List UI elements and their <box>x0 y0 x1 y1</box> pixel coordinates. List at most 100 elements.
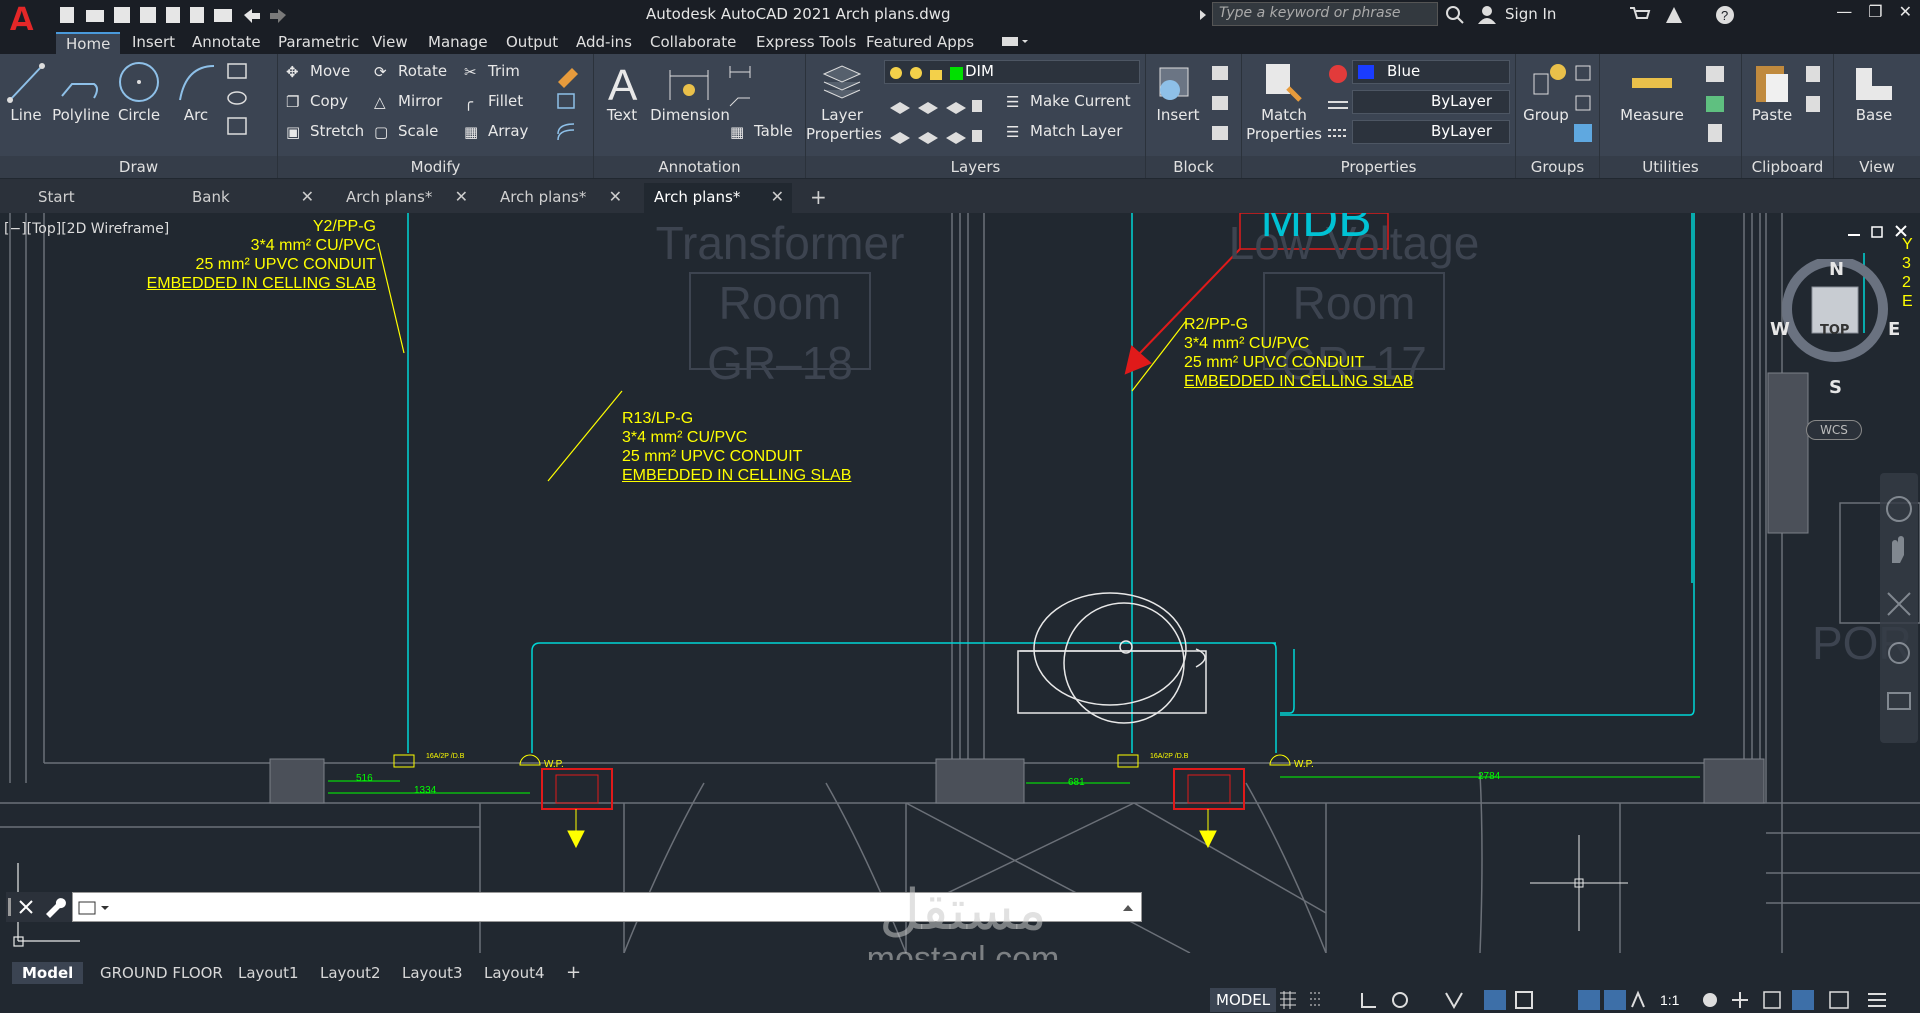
circle-icon[interactable] <box>116 60 162 106</box>
compass-south[interactable]: S <box>1829 377 1842 398</box>
match-properties-button[interactable]: Match Properties <box>1242 106 1326 144</box>
linetype-dropdown[interactable]: ByLayer <box>1352 90 1510 114</box>
tab-bank[interactable]: Bank ✕ <box>182 183 322 213</box>
stretch-button[interactable]: ▣ Stretch <box>286 122 364 141</box>
close-tab-icon[interactable]: ✕ <box>609 183 622 211</box>
utilities-panel-title[interactable]: Utilities <box>1600 156 1741 178</box>
layer-properties-button[interactable]: Layer Properties <box>806 106 882 144</box>
utilities-small-tools[interactable] <box>1700 62 1734 146</box>
group-icon[interactable] <box>1528 60 1572 106</box>
tab-start[interactable]: Start <box>28 183 178 213</box>
insert-block-icon[interactable] <box>1156 60 1200 106</box>
add-layout-icon[interactable]: + <box>556 962 591 984</box>
close-tab-icon[interactable]: ✕ <box>455 183 468 211</box>
tab-layout2[interactable]: Layout2 <box>310 962 391 984</box>
match-layer-button[interactable]: ☰ Match Layer <box>1006 122 1122 141</box>
measure-button[interactable]: Measure <box>1610 106 1694 124</box>
group-button[interactable]: Group <box>1520 106 1572 124</box>
viewcube-top-face[interactable]: TOP <box>1820 323 1849 338</box>
arc-button[interactable]: Arc <box>176 106 216 124</box>
properties-panel-title[interactable]: Properties <box>1242 156 1515 178</box>
tab-express-tools[interactable]: Express Tools <box>746 32 866 54</box>
scale-button[interactable]: ▢ Scale <box>374 122 438 141</box>
close-tab-icon[interactable]: ✕ <box>301 183 314 211</box>
close-tab-icon[interactable]: ✕ <box>771 183 784 211</box>
copy-button[interactable]: ❐ Copy <box>286 92 348 111</box>
tab-manage[interactable]: Manage <box>418 32 498 54</box>
base-view-icon[interactable] <box>1852 64 1896 104</box>
tab-layout3[interactable]: Layout3 <box>392 962 473 984</box>
layer-tools[interactable] <box>888 94 988 150</box>
tab-parametric[interactable]: Parametric <box>268 32 369 54</box>
lineweight-dropdown[interactable]: ByLayer <box>1352 120 1510 144</box>
help-icon[interactable]: ? <box>1714 4 1736 26</box>
command-history-icon[interactable] <box>1121 901 1135 915</box>
match-properties-icon[interactable] <box>1262 60 1306 106</box>
restore-icon[interactable]: ❐ <box>1868 2 1882 21</box>
rotate-button[interactable]: ⟳ Rotate <box>374 62 447 81</box>
block-panel-title[interactable]: Block <box>1146 156 1241 178</box>
tab-output[interactable]: Output <box>496 32 568 54</box>
line-icon[interactable] <box>6 60 46 106</box>
tab-model[interactable]: Model <box>12 962 84 984</box>
groups-panel-title[interactable]: Groups <box>1516 156 1599 178</box>
dimension-icon[interactable] <box>666 60 712 106</box>
viewcube[interactable]: N S E W TOP <box>1770 256 1900 398</box>
draw-panel-title[interactable]: Draw <box>0 156 277 178</box>
modify-small-tools[interactable] <box>554 62 582 146</box>
block-small-tools[interactable] <box>1208 62 1236 146</box>
layer-properties-icon[interactable] <box>820 60 864 106</box>
search-icon[interactable] <box>1444 4 1466 26</box>
fillet-button[interactable]: ╭ Fillet <box>464 92 523 111</box>
measure-icon[interactable] <box>1630 64 1674 104</box>
line-button[interactable]: Line <box>6 106 46 124</box>
modify-panel-title[interactable]: Modify <box>278 156 593 178</box>
minimize-icon[interactable]: — <box>1836 2 1852 21</box>
viewport-window-controls[interactable] <box>1846 223 1916 243</box>
mirror-button[interactable]: △ Mirror <box>374 92 442 111</box>
tab-layout1[interactable]: Layout1 <box>228 962 309 984</box>
ribbon-minimize-icon[interactable] <box>1000 34 1030 50</box>
view-panel-title[interactable]: View <box>1834 156 1920 178</box>
search-expand-icon[interactable] <box>1198 8 1208 22</box>
trim-button[interactable]: ✂ Trim <box>464 62 520 81</box>
circle-button[interactable]: Circle <box>116 106 162 124</box>
drawing-area[interactable]: [−][Top][2D Wireframe] Transformer Room … <box>0 213 1920 953</box>
tab-ground-floor[interactable]: GROUND FLOOR <box>90 962 233 984</box>
cable-annotation[interactable]: Y2/PP-G 3*4 mm² CU/PVC 25 mm² UPVC CONDU… <box>146 217 376 293</box>
paste-icon[interactable] <box>1752 60 1796 106</box>
tab-collaborate[interactable]: Collaborate <box>640 32 746 54</box>
user-icon[interactable] <box>1476 4 1498 26</box>
compass-west[interactable]: W <box>1770 319 1790 340</box>
text-icon[interactable]: A <box>606 60 642 106</box>
tab-insert[interactable]: Insert <box>122 32 185 54</box>
viewport-controls[interactable]: [−][Top][2D Wireframe] <box>4 221 169 237</box>
recent-commands-icon[interactable] <box>77 898 113 918</box>
tab-annotate[interactable]: Annotate <box>182 32 271 54</box>
tab-view[interactable]: View <box>362 32 418 54</box>
sign-in-link[interactable]: Sign In <box>1505 5 1556 23</box>
table-button[interactable]: ▦ Table <box>730 122 793 141</box>
close-icon[interactable]: ✕ <box>1899 2 1912 21</box>
tab-home[interactable]: Home <box>56 32 121 54</box>
polyline-button[interactable]: Polyline <box>52 106 110 124</box>
annotation-small-tools[interactable] <box>728 62 788 118</box>
paste-button[interactable]: Paste <box>1746 106 1798 124</box>
tab-arch-plans-3[interactable]: Arch plans* ✕ <box>644 183 792 213</box>
text-button[interactable]: Text <box>602 106 642 124</box>
model-space-toggle[interactable]: MODEL <box>1210 988 1277 1012</box>
clipboard-small-tools[interactable] <box>1802 62 1828 122</box>
annotation-panel-title[interactable]: Annotation <box>594 156 805 178</box>
polyline-icon[interactable] <box>56 60 104 106</box>
compass-east[interactable]: E <box>1888 319 1900 340</box>
array-button[interactable]: ▦ Array <box>464 122 528 141</box>
clipboard-panel-title[interactable]: Clipboard <box>1742 156 1833 178</box>
cable-annotation[interactable]: R2/PP-G 3*4 mm² CU/PVC 25 mm² UPVC CONDU… <box>1184 315 1413 391</box>
tab-layout4[interactable]: Layout4 <box>474 962 555 984</box>
wcs-menu[interactable]: WCS <box>1806 420 1862 440</box>
new-tab-icon[interactable]: + <box>800 183 836 213</box>
draw-small-tools[interactable] <box>226 62 270 142</box>
quick-access-icons[interactable] <box>58 4 298 26</box>
tab-add-ins[interactable]: Add-ins <box>566 32 642 54</box>
navigation-bar[interactable] <box>1880 473 1918 743</box>
